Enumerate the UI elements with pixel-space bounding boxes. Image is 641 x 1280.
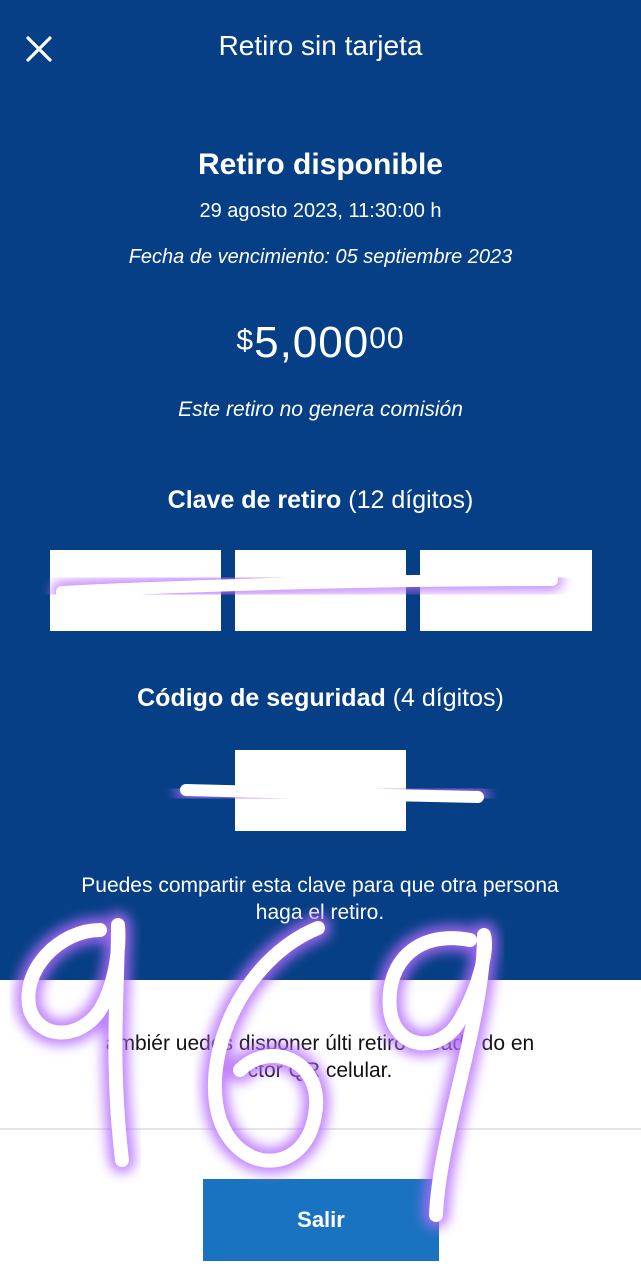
withdrawal-date: 29 agosto 2023, 11:30:00 h	[199, 200, 442, 222]
security-code-box	[235, 750, 406, 831]
expiry-date: Fecha de vencimiento: 05 septiembre 2023	[128, 246, 513, 268]
withdrawal-status-title: Retiro disponible	[197, 148, 443, 181]
fee-note: Este retiro no genera comisión	[178, 398, 463, 421]
qr-info-text: ambiér uedes disponer últi retiro creado…	[105, 1032, 535, 1082]
security-code-label-bold: Código de seguridad	[137, 684, 386, 712]
withdrawal-key-box-2	[235, 550, 406, 631]
footer-divider	[0, 1128, 641, 1130]
app-header: Retiro sin tarjeta	[0, 0, 641, 100]
amount-cents: 00	[369, 322, 405, 355]
withdrawal-amount: $5,00000	[0, 318, 641, 368]
page-title: Retiro sin tarjeta	[218, 30, 423, 61]
withdrawal-key-label-bold: Clave de retiro	[167, 486, 342, 514]
exit-button[interactable]: Salir	[203, 1179, 439, 1261]
withdrawal-key-label-suffix: (12 dígitos)	[341, 486, 474, 514]
withdrawal-key-box-1	[50, 550, 221, 631]
withdrawal-key-box-3	[420, 550, 592, 631]
amount-whole: 5,000	[254, 318, 370, 367]
security-code-label: Código de seguridad (4 dígitos)	[0, 684, 641, 713]
share-note: Puedes compartir esta clave para que otr…	[81, 874, 559, 924]
amount-currency: $	[236, 324, 255, 357]
withdrawal-key-label: Clave de retiro (12 dígitos)	[0, 486, 641, 515]
security-code-label-suffix: (4 dígitos)	[385, 684, 504, 712]
